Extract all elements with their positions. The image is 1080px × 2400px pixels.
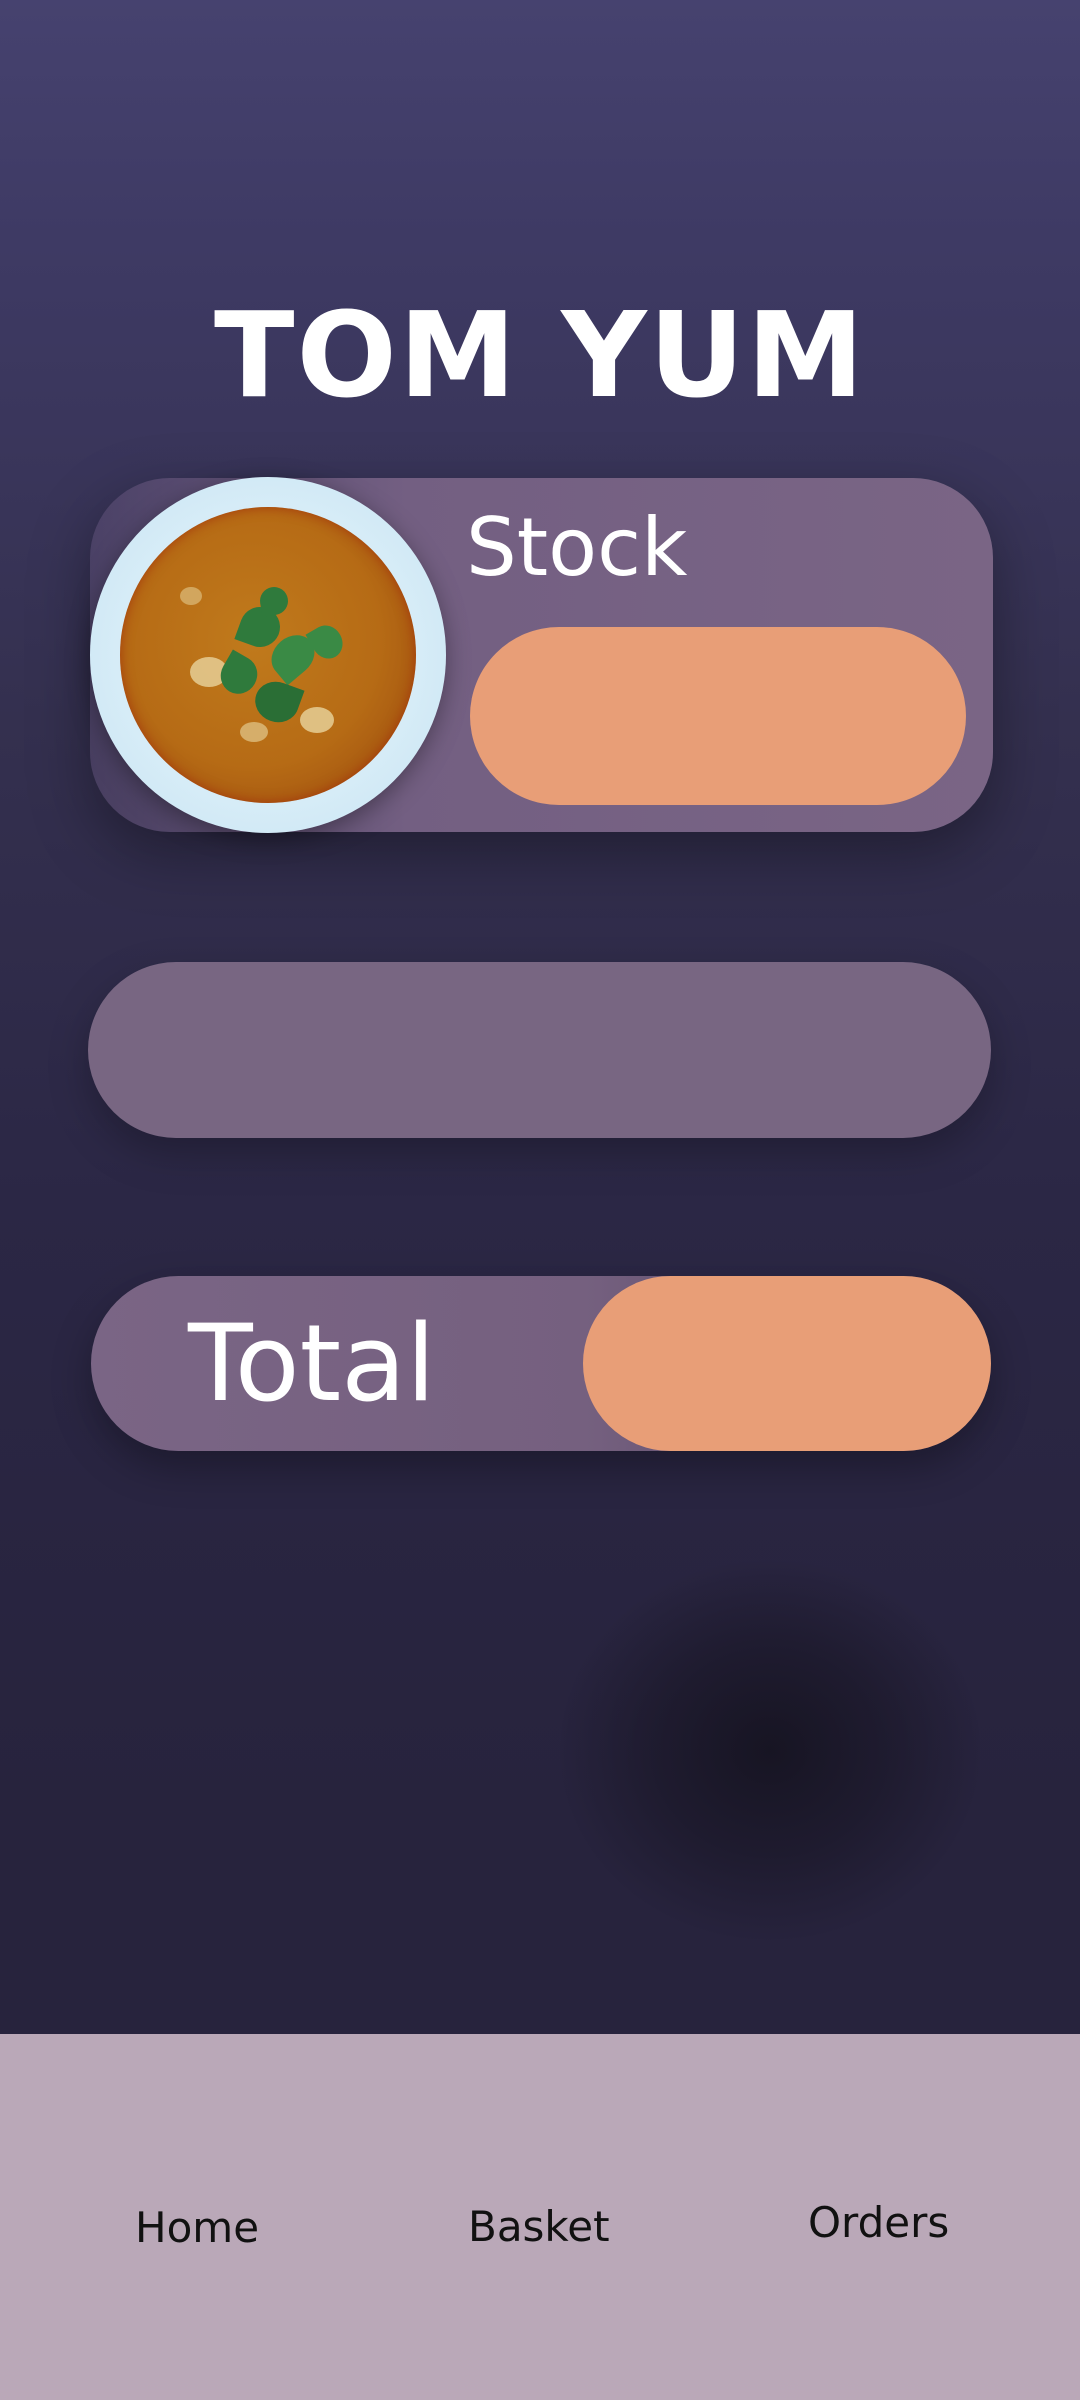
nav-basket[interactable]: Basket	[468, 2202, 610, 2252]
product-image	[90, 477, 446, 833]
mushroom-piece	[240, 722, 268, 742]
stock-quantity-field[interactable]	[470, 627, 966, 805]
nav-home[interactable]: Home	[135, 2203, 259, 2253]
option-field[interactable]	[88, 962, 991, 1138]
cilantro-leaf	[257, 584, 291, 618]
stock-label: Stock	[466, 501, 688, 594]
soup-broth	[120, 507, 416, 803]
page-title: TOM YUM	[214, 286, 866, 424]
total-value-field[interactable]	[583, 1276, 991, 1451]
mushroom-piece	[180, 587, 202, 605]
total-label: Total	[188, 1302, 436, 1425]
nav-orders[interactable]: Orders	[808, 2198, 949, 2248]
cilantro-leaf	[249, 675, 305, 729]
background-shadow	[560, 1560, 980, 1940]
mushroom-piece	[300, 707, 334, 733]
